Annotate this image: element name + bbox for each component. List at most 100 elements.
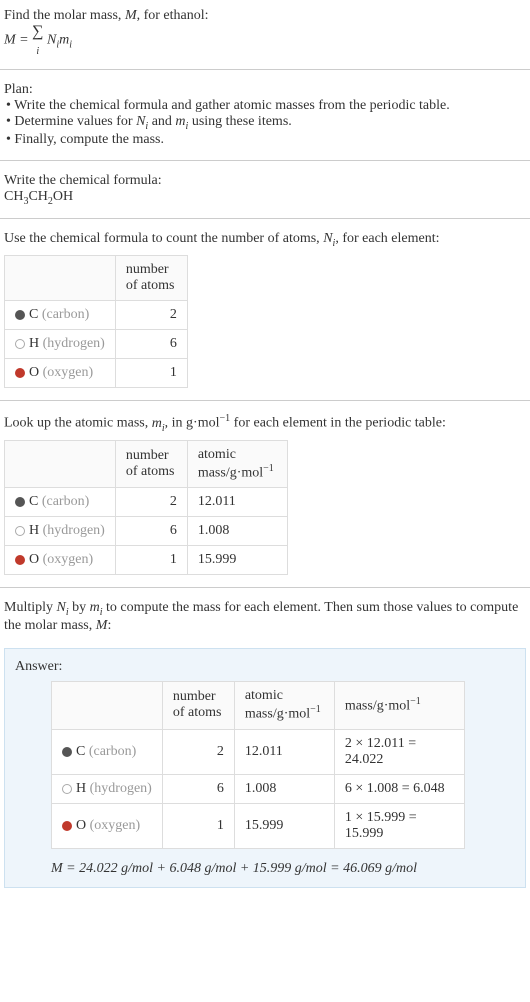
atoms-cell: 6 <box>115 517 187 546</box>
table-row: O (oxygen)1 <box>5 359 188 388</box>
lookup-title: Look up the atomic mass, mi, in g·mol−1 … <box>4 413 526 433</box>
count-title: Use the chemical formula to count the nu… <box>4 231 526 249</box>
table-row: C (carbon)212.0112 × 12.011 = 24.022 <box>52 729 465 774</box>
atoms-header: number of atoms <box>115 440 187 488</box>
eq-m-i: i <box>69 39 72 50</box>
atoms-header: number of atoms <box>162 682 234 730</box>
atoms-cell: 6 <box>162 774 234 803</box>
atoms-cell: 2 <box>162 729 234 774</box>
mass-cell: 1.008 <box>187 517 287 546</box>
amass-cell: 12.011 <box>234 729 334 774</box>
mass-header: atomic mass/g·mol−1 <box>187 440 287 488</box>
table-header-row: number of atoms atomic mass/g·mol−1 <box>5 440 288 488</box>
table-header-row: number of atoms atomic mass/g·mol−1 mass… <box>52 682 465 730</box>
plan-bullet-1: • Write the chemical formula and gather … <box>4 98 526 114</box>
formula-title: Write the chemical formula: <box>4 173 526 189</box>
final-equation: M = 24.022 g/mol + 6.048 g/mol + 15.999 … <box>51 861 515 877</box>
element-cell: C (carbon) <box>5 301 116 330</box>
table-row: H (hydrogen)61.0086 × 1.008 = 6.048 <box>52 774 465 803</box>
atoms-cell: 1 <box>162 803 234 848</box>
var-M: M <box>96 618 108 633</box>
plan-bullet-2: • Determine values for Ni and mi using t… <box>4 114 526 132</box>
atoms-cell: 2 <box>115 488 187 517</box>
element-swatch-icon <box>15 555 25 565</box>
divider <box>0 587 530 588</box>
lookup-section: Look up the atomic mass, mi, in g·mol−1 … <box>0 405 530 583</box>
text: , for ethanol: <box>137 8 209 23</box>
eq-n: N <box>44 33 57 48</box>
element-cell: C (carbon) <box>52 729 163 774</box>
divider <box>0 69 530 70</box>
var-m: mi <box>152 416 165 431</box>
var-m: M <box>125 8 137 23</box>
atoms-header: number of atoms <box>115 256 187 301</box>
element-cell: O (oxygen) <box>5 359 116 388</box>
table-row: C (carbon)212.011 <box>5 488 288 517</box>
element-cell: H (hydrogen) <box>5 330 116 359</box>
atoms-cell: 1 <box>115 546 187 575</box>
blank-header <box>5 256 116 301</box>
divider <box>0 400 530 401</box>
chemical-formula: CH3CH2OH <box>4 189 526 207</box>
table-row: C (carbon)2 <box>5 301 188 330</box>
atomic-mass-header: atomic mass/g·mol−1 <box>234 682 334 730</box>
mass-cell: 15.999 <box>187 546 287 575</box>
text: and <box>148 114 175 129</box>
chemical-formula-section: Write the chemical formula: CH3CH2OH <box>0 165 530 215</box>
element-cell: H (hydrogen) <box>5 517 116 546</box>
table-row: H (hydrogen)6 <box>5 330 188 359</box>
table-row: O (oxygen)115.999 <box>5 546 288 575</box>
answer-table: number of atoms atomic mass/g·mol−1 mass… <box>51 681 465 849</box>
compute-title: Multiply Ni by mi to compute the mass fo… <box>4 600 526 634</box>
element-cell: H (hydrogen) <box>52 774 163 803</box>
intro-line: Find the molar mass, M, for ethanol: <box>4 8 526 24</box>
text: Find the molar mass, <box>4 8 125 23</box>
element-cell: C (carbon) <box>5 488 116 517</box>
var-m: mi <box>90 600 103 615</box>
sum-index: i <box>36 46 39 57</box>
molar-mass-equation: M = ∑i Nimi <box>4 24 526 57</box>
eq-lhs: M = <box>4 33 32 48</box>
var-n: Ni <box>136 114 148 129</box>
blank-header <box>5 440 116 488</box>
var-n: Ni <box>57 600 69 615</box>
element-swatch-icon <box>15 310 25 320</box>
table-row: H (hydrogen)61.008 <box>5 517 288 546</box>
amass-cell: 1.008 <box>234 774 334 803</box>
element-swatch-icon <box>62 747 72 757</box>
answer-label: Answer: <box>15 659 515 675</box>
mass-cell: 1 × 15.999 = 15.999 <box>334 803 464 848</box>
mass-header: mass/g·mol−1 <box>334 682 464 730</box>
blank-header <box>52 682 163 730</box>
plan-section: Plan: • Write the chemical formula and g… <box>0 74 530 156</box>
plan-bullet-3: • Finally, compute the mass. <box>4 132 526 148</box>
element-cell: O (oxygen) <box>52 803 163 848</box>
element-swatch-icon <box>15 526 25 536</box>
compute-section: Multiply Ni by mi to compute the mass fo… <box>0 592 530 642</box>
divider <box>0 160 530 161</box>
eq-m: m <box>59 33 69 48</box>
atoms-cell: 2 <box>115 301 187 330</box>
var-m: mi <box>175 114 188 129</box>
mass-table: number of atoms atomic mass/g·mol−1 C (c… <box>4 440 288 576</box>
amass-cell: 15.999 <box>234 803 334 848</box>
mass-cell: 6 × 1.008 = 6.048 <box>334 774 464 803</box>
table-row: O (oxygen)115.9991 × 15.999 = 15.999 <box>52 803 465 848</box>
element-swatch-icon <box>15 339 25 349</box>
divider <box>0 218 530 219</box>
atoms-table: number of atoms C (carbon)2 H (hydrogen)… <box>4 255 188 388</box>
element-cell: O (oxygen) <box>5 546 116 575</box>
mass-cell: 12.011 <box>187 488 287 517</box>
var-n: Ni <box>323 231 335 246</box>
intro-section: Find the molar mass, M, for ethanol: M =… <box>0 0 530 65</box>
mass-cell: 2 × 12.011 = 24.022 <box>334 729 464 774</box>
atoms-cell: 1 <box>115 359 187 388</box>
answer-box: Answer: number of atoms atomic mass/g·mo… <box>4 648 526 888</box>
sum-symbol: ∑ <box>32 23 43 40</box>
text: • Determine values for <box>6 114 136 129</box>
table-header-row: number of atoms <box>5 256 188 301</box>
atoms-cell: 6 <box>115 330 187 359</box>
element-swatch-icon <box>62 821 72 831</box>
element-swatch-icon <box>15 497 25 507</box>
text: using these items. <box>188 114 291 129</box>
